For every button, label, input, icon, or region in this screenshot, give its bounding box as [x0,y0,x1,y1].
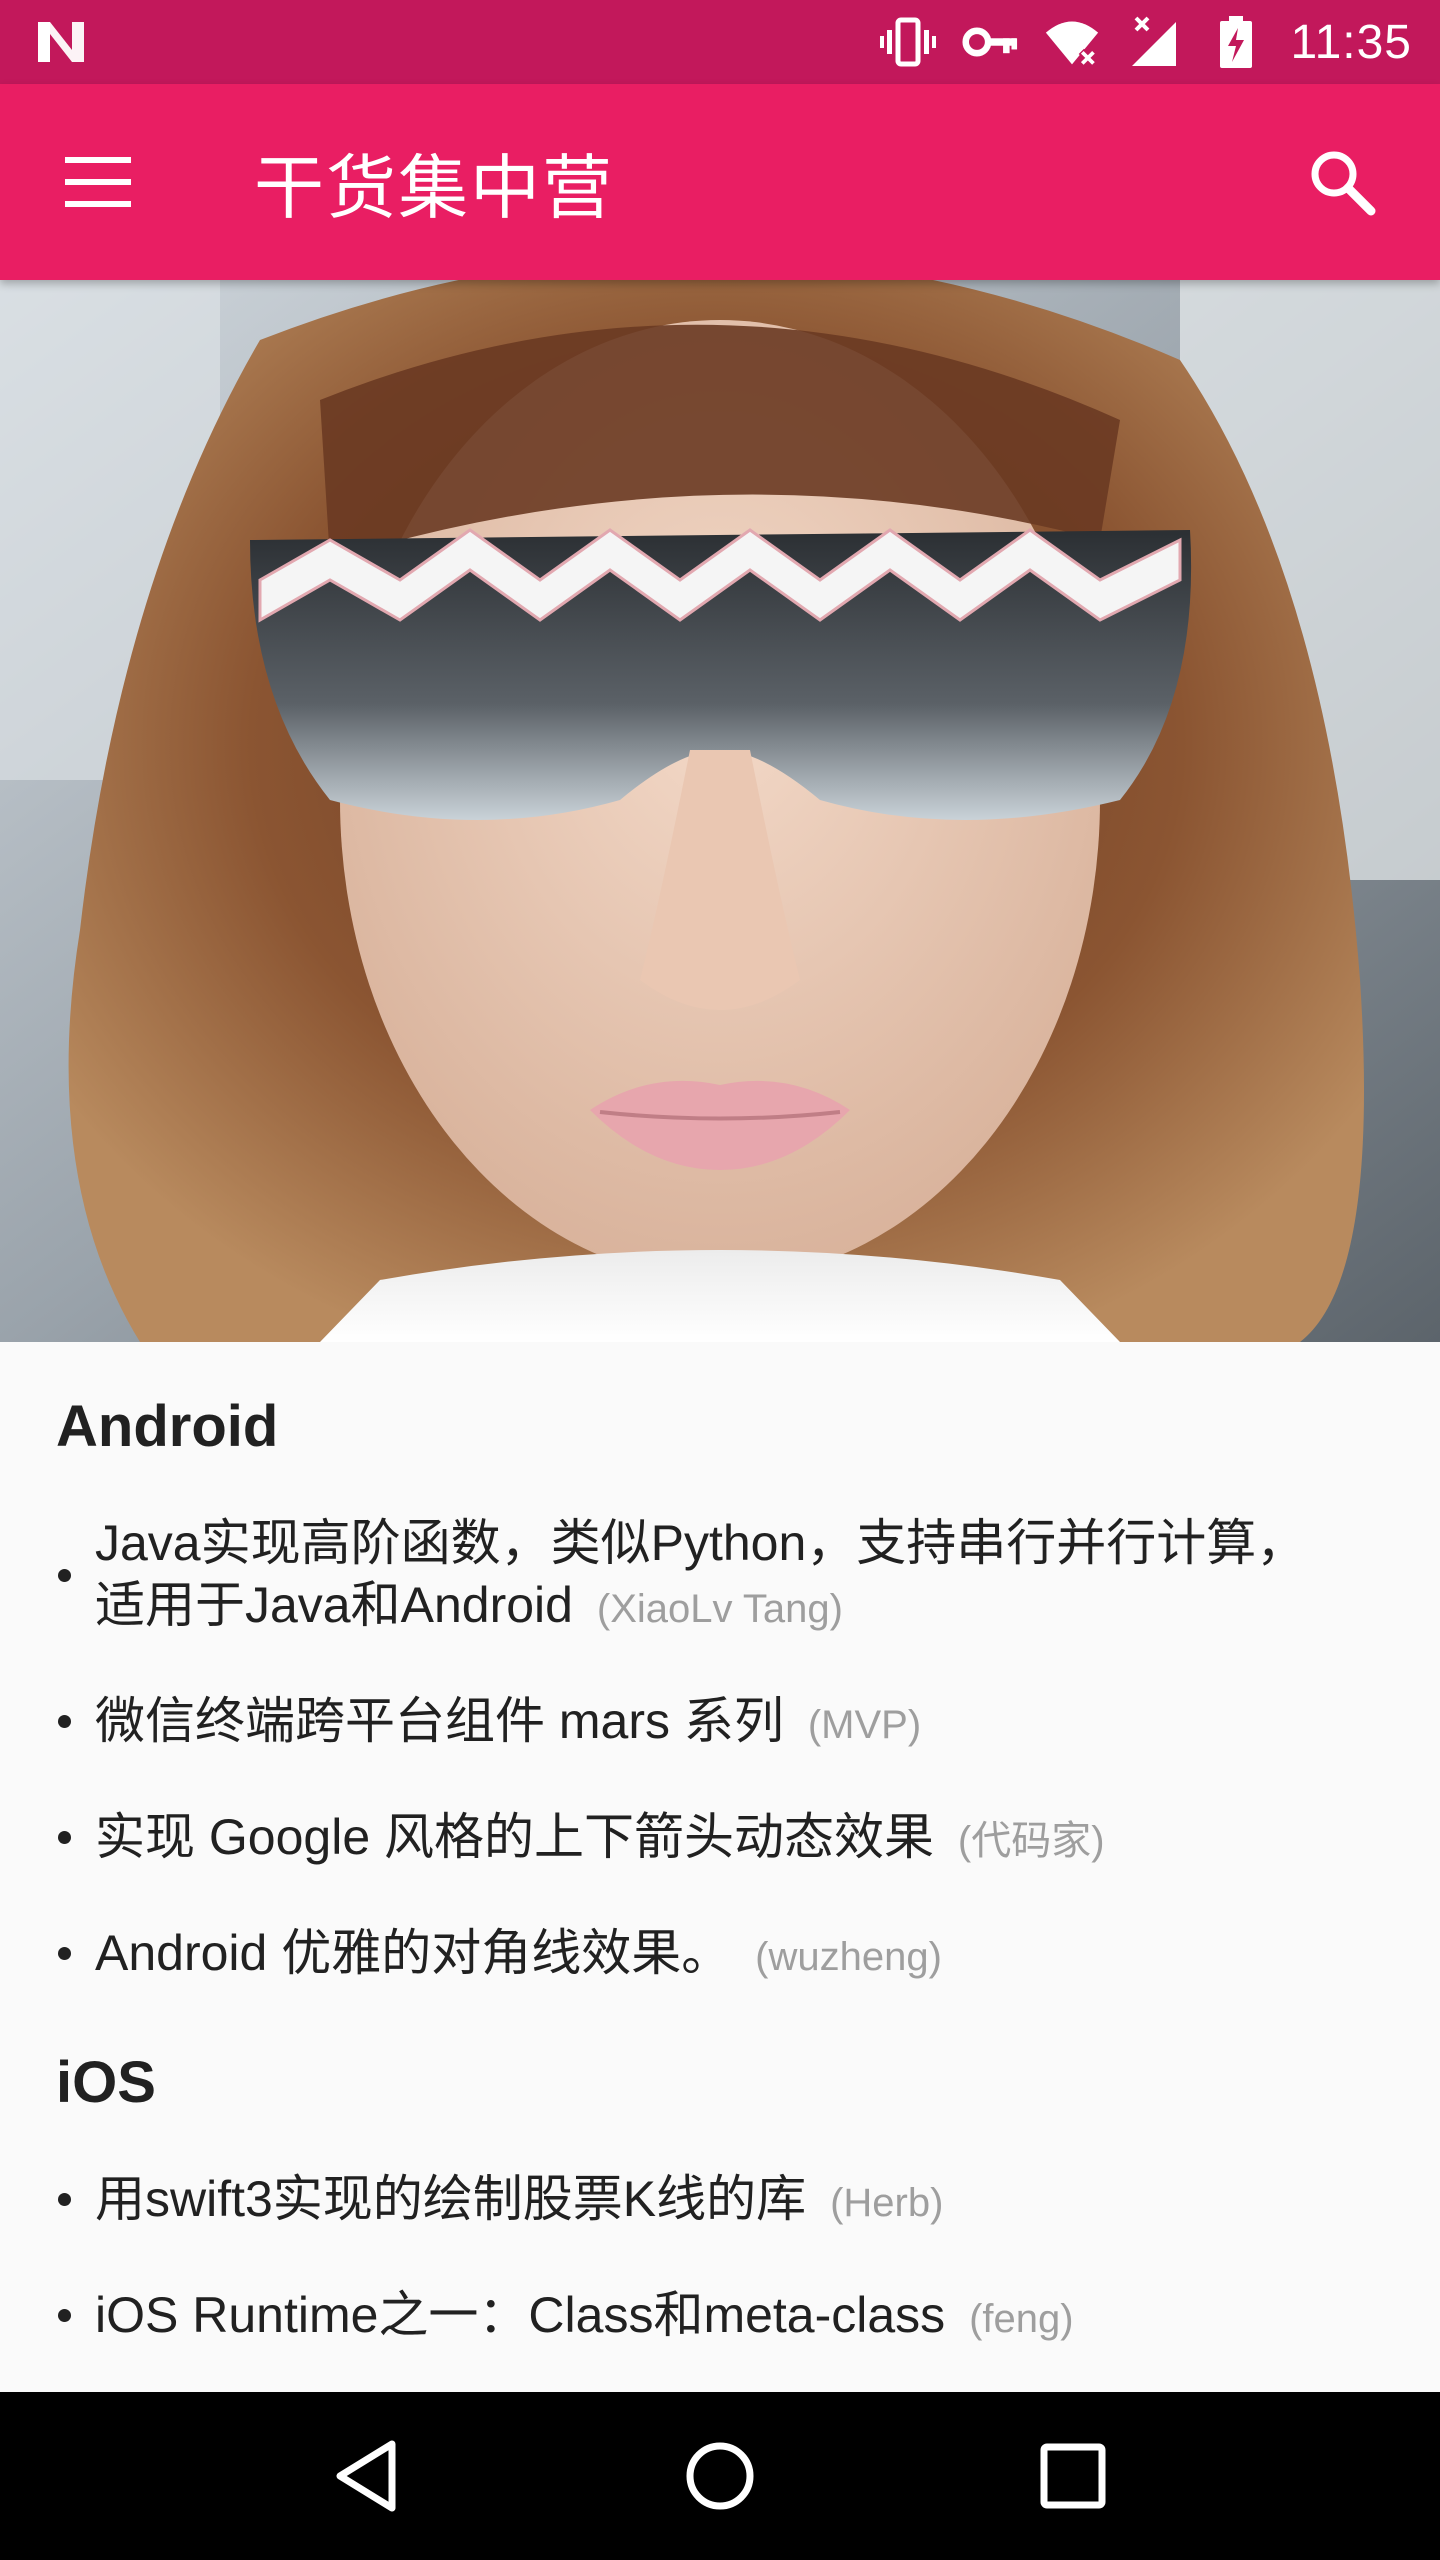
search-icon [1311,151,1376,216]
search-button[interactable] [1244,84,1440,280]
app-bar: 干货集中营 [0,84,1440,280]
item-title: 用swift3实现的绘制股票K线的库 [95,2171,807,2227]
menu-button[interactable] [0,84,196,280]
item-author: (feng) [969,2297,1074,2341]
navigation-bar [0,2392,1440,2560]
item-author: (Herb) [830,2181,944,2225]
list-item[interactable]: Android 优雅的对角线效果。 (wuzheng) [56,1922,1384,1988]
item-title: 微信终端跨平台组件 mars 系列 [95,1693,784,1749]
signal-icon [1126,14,1182,70]
item-author: (XiaoLv Tang) [596,1587,843,1631]
item-author: (wuzheng) [755,1935,942,1979]
hero-image[interactable] [0,280,1440,1342]
recents-square-icon [1040,2443,1106,2509]
home-button[interactable] [660,2416,780,2536]
item-title: iOS Runtime之一：Class和meta-class [95,2287,946,2343]
home-circle-icon [686,2442,754,2510]
section-title-android: Android [56,1394,279,1459]
list-item[interactable]: Java实现高阶函数，类似Python，支持串行并行计算， 适用于Java和An… [56,1512,1384,1640]
item-title: Android 优雅的对角线效果。 [95,1925,732,1981]
android-list: Java实现高阶函数，类似Python，支持串行并行计算， 适用于Java和An… [56,1512,1384,1988]
list-item[interactable]: iOS Runtime之一：Class和meta-class (feng) [56,2284,1384,2350]
list-item[interactable]: 实现 Google 风格的上下箭头动态效果 (代码家) [56,1806,1384,1872]
recents-button[interactable] [1013,2416,1133,2536]
page-title: 干货集中营 [254,146,614,229]
back-button[interactable] [307,2416,427,2536]
item-author: (MVP) [807,1703,922,1747]
item-title: Java实现高阶函数，类似Python，支持串行并行计算， [95,1515,1307,1571]
list-item[interactable]: 微信终端跨平台组件 mars 系列 (MVP) [56,1690,1384,1756]
vibrate-icon [880,14,937,70]
hamburger-menu-icon [65,157,131,207]
vpn-key-icon [962,14,1018,70]
battery-charging-icon [1208,14,1264,70]
status-time: 11:35 [1290,15,1412,69]
back-triangle-icon [336,2440,396,2512]
list-item[interactable]: 用swift3实现的绘制股票K线的库 (Herb) [56,2168,1384,2234]
status-bar: 11:35 [0,0,1440,84]
content-list: Android Java实现高阶函数，类似Python，支持串行并行计算， 适用… [0,1342,1440,2392]
section-title-ios: iOS [56,2050,156,2115]
wifi-icon [1044,14,1100,70]
item-title: 实现 Google 风格的上下箭头动态效果 [95,1809,935,1865]
notification-n-icon [36,20,86,64]
ios-list: 用swift3实现的绘制股票K线的库 (Herb) iOS Runtime之一：… [56,2168,1384,2350]
item-author: (代码家) [957,1819,1105,1863]
item-title-cont: 适用于Java和Android [95,1577,573,1633]
